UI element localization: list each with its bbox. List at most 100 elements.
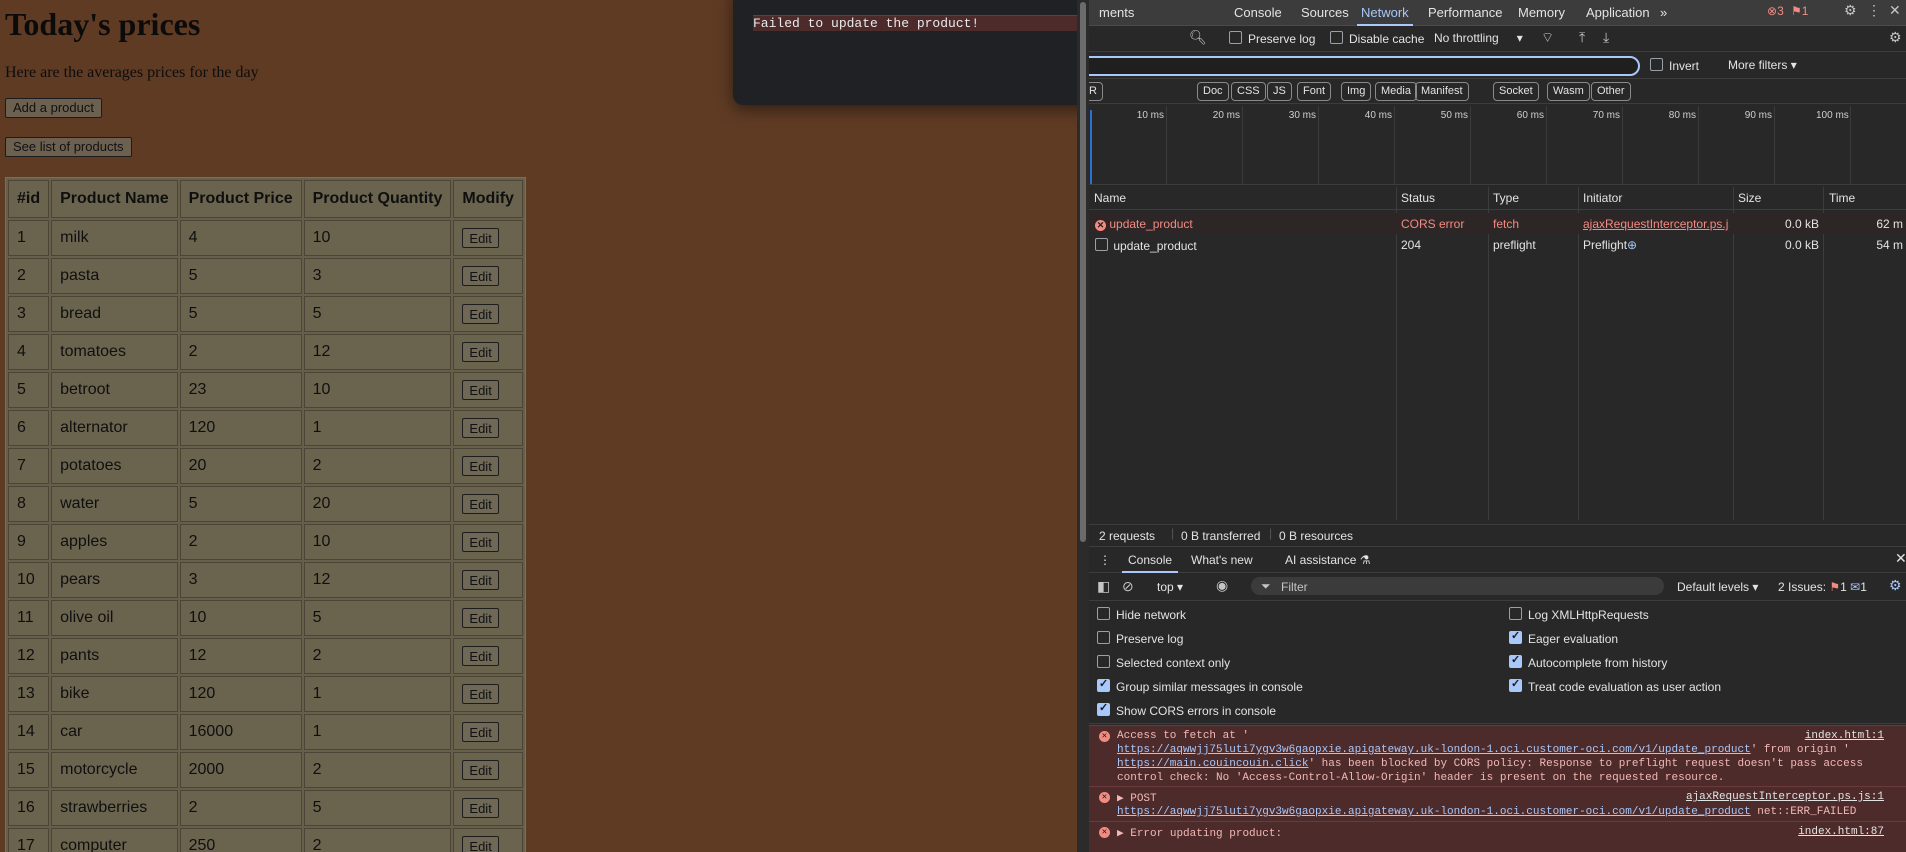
tab-network[interactable]: Network xyxy=(1357,5,1413,26)
type-filter-media[interactable]: Media xyxy=(1375,82,1417,101)
edit-button[interactable]: Edit xyxy=(462,646,499,666)
more-tabs-icon[interactable]: » xyxy=(1660,5,1667,20)
sidebar-toggle-icon[interactable]: ◧ xyxy=(1097,578,1110,595)
edit-button[interactable]: Edit xyxy=(462,760,499,780)
console-setting[interactable]: Eager evaluation xyxy=(1509,629,1618,646)
tab-application[interactable]: Application xyxy=(1586,5,1650,20)
more-filters-button[interactable]: More filters ▾ xyxy=(1728,58,1797,72)
eye-icon[interactable]: ◉ xyxy=(1216,577,1228,594)
drawer-tab-console[interactable]: Console xyxy=(1121,553,1179,573)
edit-button[interactable]: Edit xyxy=(462,456,499,476)
console-setting[interactable]: Autocomplete from history xyxy=(1509,653,1667,670)
kebab-menu-icon[interactable]: ⋮ xyxy=(1867,2,1881,19)
scrollbar-thumb[interactable] xyxy=(1080,2,1086,542)
type-filter-font[interactable]: Font xyxy=(1297,82,1332,101)
search-icon[interactable]: 🔍︎ xyxy=(1189,29,1207,46)
console-setting[interactable]: Treat code evaluation as user action xyxy=(1509,677,1721,694)
tab-elements[interactable]: ments xyxy=(1099,5,1134,20)
edit-button[interactable]: Edit xyxy=(462,266,499,286)
checkbox[interactable] xyxy=(1509,629,1522,644)
type-filter-socket[interactable]: Socket xyxy=(1493,82,1539,101)
col-type-header[interactable]: Type xyxy=(1493,191,1519,205)
page-scrollbar[interactable] xyxy=(1077,0,1089,852)
see-list-button[interactable]: See list of products xyxy=(5,137,132,157)
expand-toggle[interactable]: ▶ Error updating product: xyxy=(1117,826,1282,840)
issues-button[interactable]: 2 Issues: ⚑1 ✉1 xyxy=(1778,580,1867,594)
request-row[interactable]: update_product 204 preflight Preflight⊕ … xyxy=(1089,234,1906,255)
edit-button[interactable]: Edit xyxy=(462,494,499,514)
edit-button[interactable]: Edit xyxy=(462,418,499,438)
expand-toggle[interactable]: ▶ POST xyxy=(1117,791,1157,805)
type-filter-other[interactable]: Other xyxy=(1591,82,1631,101)
error-badge[interactable]: ⊗3 xyxy=(1767,4,1784,18)
edit-button[interactable]: Edit xyxy=(462,722,499,742)
tab-memory[interactable]: Memory xyxy=(1518,5,1565,20)
source-link[interactable]: index.html:87 xyxy=(1798,826,1884,838)
export-har-icon[interactable]: ⤓ xyxy=(1603,29,1609,46)
checkbox[interactable] xyxy=(1650,58,1663,71)
edit-button[interactable]: Edit xyxy=(462,532,499,552)
checkbox[interactable] xyxy=(1097,655,1110,668)
type-filter-css[interactable]: CSS xyxy=(1231,82,1266,101)
checkbox[interactable] xyxy=(1097,607,1110,620)
console-setting[interactable]: Group similar messages in console xyxy=(1097,677,1303,694)
edit-button[interactable]: Edit xyxy=(462,684,499,704)
col-status-header[interactable]: Status xyxy=(1401,191,1435,205)
source-link[interactable]: ajaxRequestInterceptor.ps.js:1 xyxy=(1686,791,1884,803)
invert-toggle[interactable]: Invert xyxy=(1650,58,1699,73)
console-setting[interactable]: Log XMLHttpRequests xyxy=(1509,607,1649,622)
tab-console[interactable]: Console xyxy=(1234,5,1282,20)
console-setting[interactable]: Preserve log xyxy=(1097,631,1183,646)
type-filter-manifest[interactable]: Manifest xyxy=(1415,82,1469,101)
checkbox[interactable] xyxy=(1229,31,1242,44)
network-timeline[interactable]: 10 ms 20 ms 30 ms 40 ms 50 ms 60 ms 70 ms 80 ms… xyxy=(1089,106,1906,185)
edit-button[interactable]: Edit xyxy=(462,836,499,852)
console-settings-icon[interactable]: ⚙ xyxy=(1889,577,1902,594)
checkbox[interactable] xyxy=(1097,701,1110,716)
edit-button[interactable]: Edit xyxy=(462,570,499,590)
request-url-link[interactable]: https://aqwwjj75luti7ygv3w6gaopxie.apiga… xyxy=(1117,806,1751,818)
issue-badge[interactable]: ⚑1 xyxy=(1791,4,1808,18)
network-conditions-icon[interactable]: ⌔ xyxy=(1541,29,1554,47)
type-filter-r[interactable]: R xyxy=(1089,82,1103,101)
tab-sources[interactable]: Sources xyxy=(1301,5,1349,20)
checkbox[interactable] xyxy=(1097,677,1110,692)
col-initiator-header[interactable]: Initiator xyxy=(1583,191,1622,205)
checkbox[interactable] xyxy=(1509,653,1522,668)
import-har-icon[interactable]: ⤒ xyxy=(1579,29,1585,46)
preserve-log-toggle[interactable]: Preserve log xyxy=(1229,31,1315,46)
checkbox[interactable] xyxy=(1097,631,1110,644)
log-levels-select[interactable]: Default levels ▾ xyxy=(1677,580,1758,594)
console-setting[interactable]: Show CORS errors in console xyxy=(1097,701,1276,718)
edit-button[interactable]: Edit xyxy=(462,228,499,248)
close-devtools-icon[interactable]: ✕ xyxy=(1889,2,1901,19)
request-row[interactable]: ✕ update_product CORS error fetch ajaxRe… xyxy=(1089,213,1906,234)
col-time-header[interactable]: Time xyxy=(1829,191,1855,205)
col-size-header[interactable]: Size xyxy=(1738,191,1761,205)
console-setting[interactable]: Selected context only xyxy=(1097,655,1230,670)
edit-button[interactable]: Edit xyxy=(462,304,499,324)
request-url-link[interactable]: https://aqwwjj75luti7ygv3w6gaopxie.apiga… xyxy=(1117,744,1751,756)
origin-url-link[interactable]: https://main.couincouin.click xyxy=(1117,758,1308,770)
checkbox[interactable] xyxy=(1509,607,1522,620)
settings-gear-icon[interactable]: ⚙ xyxy=(1844,2,1857,19)
close-drawer-icon[interactable]: ✕ xyxy=(1895,550,1906,567)
edit-button[interactable]: Edit xyxy=(462,798,499,818)
disable-cache-toggle[interactable]: Disable cache xyxy=(1330,31,1424,46)
network-settings-icon[interactable]: ⚙ xyxy=(1889,29,1902,46)
drawer-tab-whats-new[interactable]: What's new xyxy=(1191,553,1253,567)
col-name-header[interactable]: Name xyxy=(1094,191,1126,205)
type-filter-img[interactable]: Img xyxy=(1341,82,1372,101)
request-initiator-link[interactable]: ajaxRequestInterceptor.ps.js xyxy=(1583,217,1729,231)
edit-button[interactable]: Edit xyxy=(462,608,499,628)
console-filter-input[interactable]: ⏷ Filter xyxy=(1251,577,1664,595)
type-filter-doc[interactable]: Doc xyxy=(1197,82,1229,101)
network-filter-input[interactable] xyxy=(1089,56,1640,76)
edit-button[interactable]: Edit xyxy=(462,380,499,400)
source-link[interactable]: index.html:1 xyxy=(1805,730,1884,742)
drawer-tab-ai-assistance[interactable]: AI assistance ⚗ xyxy=(1285,553,1370,567)
add-product-button[interactable]: Add a product xyxy=(5,98,102,118)
request-initiator[interactable]: Preflight⊕ xyxy=(1583,238,1637,252)
context-select[interactable]: top ▾ xyxy=(1157,580,1183,594)
drawer-menu-icon[interactable]: ⋮ xyxy=(1099,553,1111,567)
